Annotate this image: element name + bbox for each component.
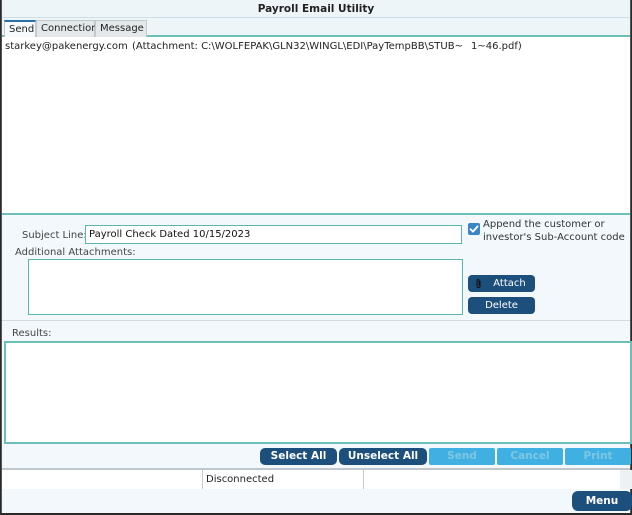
checkmark-icon (469, 225, 479, 233)
delete-button[interactable]: Delete (468, 297, 535, 314)
email-form: Subject Line: Additional Attachments: Ap… (2, 217, 630, 321)
results-output (4, 341, 632, 444)
attach-button[interactable]: Attach (468, 275, 535, 292)
status-grip (620, 470, 632, 489)
attachment-path: (Attachment: C:\WOLFEPAK\GLN32\WINGL\EDI… (132, 41, 463, 52)
recipient-email: starkey@pakenergy.com (5, 41, 128, 52)
append-sub-account-checkbox[interactable] (468, 223, 480, 235)
bottom-bar: Menu (2, 489, 632, 513)
window-title: Payroll Email Utility (2, 0, 630, 18)
paperclip-icon (476, 278, 481, 288)
send-button[interactable]: Send (429, 448, 495, 465)
status-cell-3 (363, 470, 620, 489)
email-recipient-list[interactable]: starkey@pakenergy.com (Attachment: C:\WO… (2, 37, 630, 215)
action-button-row: Select All Unselect All Send Cancel Prin… (2, 447, 631, 467)
attachment-path-tail: 1~46.pdf) (471, 41, 522, 52)
payroll-email-utility-window: Payroll Email Utility Send Connection Me… (1, 0, 632, 514)
subject-line-label: Subject Line: (22, 230, 87, 241)
cancel-button[interactable]: Cancel (497, 448, 563, 465)
unselect-all-button[interactable]: Unselect All (339, 448, 427, 465)
select-all-button[interactable]: Select All (260, 448, 337, 465)
tab-connection[interactable]: Connection (36, 20, 98, 37)
subject-line-input[interactable] (85, 225, 462, 244)
tab-bar: Send Connection Message (2, 18, 630, 37)
print-button[interactable]: Print (565, 448, 631, 465)
status-bar: Disconnected (2, 468, 632, 489)
tab-send[interactable]: Send (4, 20, 36, 37)
connection-status: Disconnected (202, 470, 363, 489)
additional-attachments-list[interactable] (28, 259, 463, 315)
append-sub-account-label: Append the customer or investor's Sub-Ac… (483, 219, 625, 243)
tab-message[interactable]: Message (95, 20, 147, 37)
menu-button[interactable]: Menu (572, 491, 632, 511)
additional-attachments-label: Additional Attachments: (15, 247, 136, 258)
attach-button-label: Attach (493, 278, 526, 289)
status-cell-1 (2, 470, 202, 489)
results-label: Results: (12, 328, 52, 339)
